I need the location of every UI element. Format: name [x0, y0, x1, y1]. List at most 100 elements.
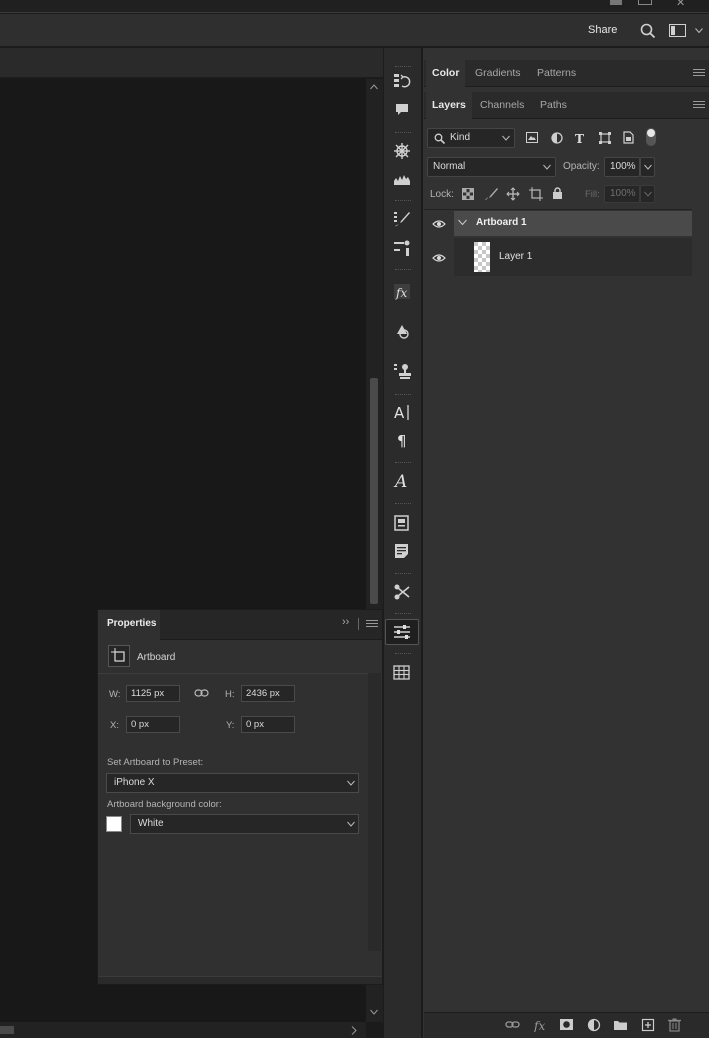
properties-menu-icon[interactable] [366, 620, 378, 630]
link-dimensions-icon[interactable] [194, 689, 210, 698]
minimize-icon[interactable] [610, 0, 622, 5]
layer-name-layer1: Layer 1 [499, 251, 533, 262]
artboard-height-input[interactable]: 2436 px [241, 685, 295, 702]
link-layers-icon[interactable] [505, 1018, 521, 1032]
navigator-icon[interactable] [385, 138, 419, 164]
svg-text:A: A [394, 404, 405, 421]
histogram-icon[interactable] [385, 166, 419, 192]
close-icon[interactable]: ✕ [676, 0, 685, 9]
tab-patterns[interactable]: Patterns [531, 60, 582, 87]
history-icon[interactable] [385, 69, 419, 95]
filter-toggle[interactable] [646, 128, 656, 146]
pixel-layer-filter-icon[interactable] [526, 132, 538, 143]
strip-grip[interactable] [395, 462, 411, 464]
notes-icon[interactable] [385, 510, 419, 536]
tool-presets-icon[interactable] [385, 235, 419, 261]
background-color-select[interactable]: White [130, 814, 359, 834]
brush-settings-icon[interactable] [385, 206, 419, 232]
restore-icon[interactable] [638, 0, 652, 5]
fx-icon[interactable]: fx [533, 1018, 549, 1032]
layer-row-layer1[interactable]: Layer 1 [424, 238, 692, 276]
new-adjustment-layer-icon[interactable] [587, 1018, 603, 1032]
vertical-scroll-thumb[interactable] [370, 378, 378, 604]
clone-source-icon[interactable] [385, 358, 419, 384]
fill-input[interactable]: 100% [604, 185, 640, 203]
blend-mode-select[interactable]: Normal [427, 157, 556, 177]
artboard-x-input[interactable]: 0 px [126, 716, 180, 733]
horizontal-scrollbar[interactable] [0, 1022, 366, 1038]
shapes-icon[interactable] [385, 318, 419, 344]
chevron-down-icon [347, 821, 355, 827]
strip-grip[interactable] [395, 66, 411, 68]
layer-mask-icon[interactable] [559, 1018, 575, 1032]
eye-icon[interactable] [432, 219, 446, 229]
fill-dropdown[interactable] [640, 185, 655, 203]
layers-panel-menu-icon[interactable] [693, 101, 705, 111]
scroll-down-icon[interactable] [370, 1009, 378, 1015]
smart-object-filter-icon[interactable] [623, 131, 634, 144]
strip-grip[interactable] [395, 653, 411, 655]
lock-transparent-pixels-icon[interactable] [462, 188, 474, 200]
background-color-swatch[interactable] [106, 816, 122, 832]
lock-all-icon[interactable] [552, 187, 563, 200]
chevron-down-icon[interactable] [458, 219, 467, 226]
paragraph-icon[interactable]: ¶ [385, 427, 419, 453]
tab-layers[interactable]: Layers [426, 92, 472, 119]
artboard-width-input[interactable]: 1125 px [126, 685, 180, 702]
new-layer-icon[interactable] [641, 1018, 657, 1032]
tab-gradients[interactable]: Gradients [469, 60, 527, 87]
opacity-input[interactable]: 100% [604, 157, 640, 177]
adjustment-layer-filter-icon[interactable] [551, 132, 563, 144]
background-color-value: White [138, 818, 164, 829]
strip-grip[interactable] [395, 613, 411, 615]
actions-icon[interactable] [385, 579, 419, 605]
strip-grip[interactable] [395, 394, 411, 396]
scroll-up-icon[interactable] [370, 84, 378, 90]
table-icon[interactable] [385, 660, 419, 686]
delete-layer-icon[interactable] [667, 1018, 683, 1032]
properties-resize-handle[interactable] [98, 976, 382, 984]
scroll-right-icon[interactable] [351, 1026, 357, 1035]
comments-icon[interactable] [385, 97, 419, 123]
chevron-down-icon [644, 191, 652, 197]
strip-grip[interactable] [395, 132, 411, 134]
artboard-type-icon [108, 645, 130, 667]
chevron-down-icon[interactable] [695, 28, 703, 34]
adjustments-icon[interactable] [385, 619, 419, 645]
opacity-dropdown[interactable] [640, 157, 655, 177]
properties-scrollbar[interactable] [368, 673, 381, 951]
horizontal-scroll-thumb[interactable] [0, 1026, 14, 1034]
lock-image-pixels-icon[interactable] [485, 187, 498, 201]
type-layer-filter-icon[interactable]: T [575, 132, 587, 144]
shape-layer-filter-icon[interactable] [599, 132, 611, 144]
blend-mode-value: Normal [433, 161, 466, 172]
color-panel-menu-icon[interactable] [693, 69, 705, 79]
strip-grip[interactable] [395, 200, 411, 202]
artboard-y-input[interactable]: 0 px [241, 716, 295, 733]
character-icon[interactable]: A [385, 399, 419, 425]
strip-grip[interactable] [395, 503, 411, 505]
tab-channels[interactable]: Channels [474, 92, 530, 119]
chevron-down-icon [502, 135, 510, 141]
styles-icon[interactable]: fx [385, 278, 419, 304]
properties-panel-header: Properties ›› [98, 610, 382, 640]
strip-grip[interactable] [395, 269, 411, 271]
layer-row-artboard[interactable]: Artboard 1 [424, 211, 692, 236]
strip-grip[interactable] [395, 573, 411, 575]
layer-filter-kind-select[interactable]: Kind [427, 128, 515, 148]
tab-properties[interactable]: Properties [98, 610, 160, 640]
lock-position-icon[interactable] [506, 187, 520, 201]
tab-color[interactable]: Color [426, 60, 466, 87]
collapse-panel-icon[interactable]: ›› [342, 616, 349, 628]
info-icon[interactable] [385, 538, 419, 564]
glyphs-icon[interactable]: A [385, 468, 419, 494]
workspace-icon[interactable] [669, 24, 687, 38]
new-group-icon[interactable] [613, 1018, 629, 1032]
artboard-preset-select[interactable]: iPhone X [106, 773, 359, 793]
tab-paths[interactable]: Paths [534, 92, 573, 119]
fill-value: 100% [610, 188, 636, 199]
search-icon[interactable] [640, 23, 656, 39]
share-button[interactable]: Share [588, 24, 617, 36]
lock-artboard-icon[interactable] [529, 187, 543, 201]
eye-icon[interactable] [432, 253, 446, 263]
